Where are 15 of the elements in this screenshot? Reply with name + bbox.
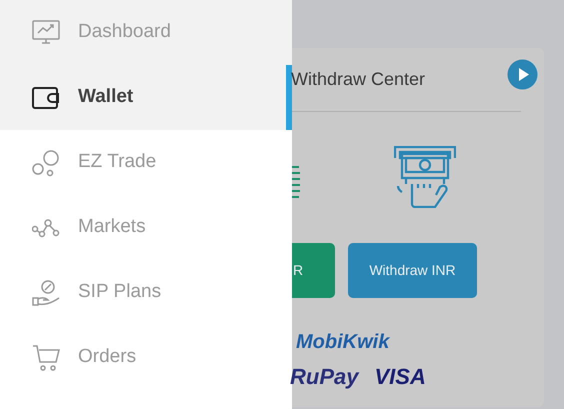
play-icon[interactable] bbox=[507, 59, 538, 90]
visa-logo: VISA bbox=[374, 366, 426, 388]
wallet-icon bbox=[32, 86, 60, 108]
mobikwik-logo: MobiKwik bbox=[296, 332, 390, 352]
deposit-button[interactable]: R bbox=[292, 243, 335, 298]
withdraw-button[interactable]: Withdraw INR bbox=[348, 243, 477, 298]
atm-cash-icon bbox=[394, 146, 456, 208]
monitor-chart-icon bbox=[32, 18, 60, 46]
nav-item[interactable]: Dashboard bbox=[0, 0, 292, 65]
nodes-icon bbox=[32, 218, 60, 238]
cart-icon bbox=[32, 344, 60, 372]
bubbles-icon bbox=[32, 148, 60, 176]
hand-percent-icon bbox=[32, 278, 60, 306]
nav-item[interactable]: Wallet bbox=[0, 65, 292, 130]
rupay-logo: RuPay bbox=[290, 366, 358, 388]
